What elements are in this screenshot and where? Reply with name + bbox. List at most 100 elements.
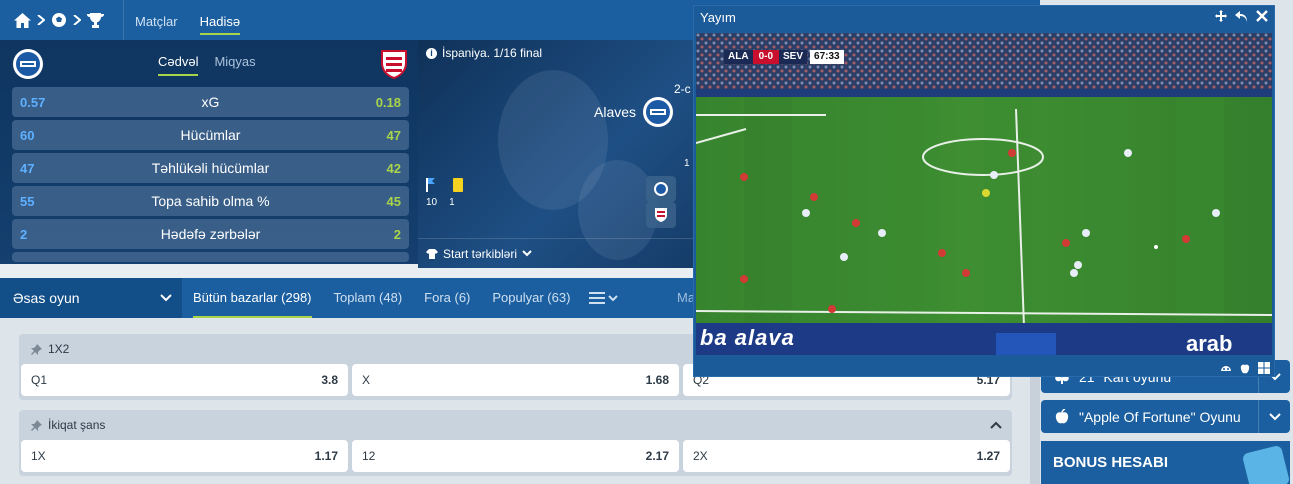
chevron-right-icon [37, 15, 45, 25]
odd-name: Q1 [31, 373, 48, 387]
football-pitch-image [696, 33, 1272, 355]
stat-row: 0.57 xG 0.18 [12, 87, 409, 117]
breadcrumb [0, 0, 124, 40]
tab-event[interactable]: Hadisə [189, 0, 251, 40]
stat-row: 60 Hücümlar 47 [12, 120, 409, 150]
market-group-header[interactable]: İkiqat şans [19, 410, 1012, 440]
android-icon[interactable] [1220, 362, 1232, 372]
odds-row: 1X 1.17 12 2.17 2X 1.27 [19, 440, 1012, 472]
stat-row: 55 Topa sahib olma % 45 [12, 186, 409, 216]
apple-icon[interactable] [1240, 362, 1250, 374]
home-team-name: Alaves [594, 104, 637, 120]
shirt-icon [426, 248, 438, 259]
stat-label: xG [201, 94, 220, 110]
away-mini-logo [646, 202, 676, 228]
stat-label: Hədəfə zərbələr [160, 226, 261, 242]
apple-of-fortune-button[interactable]: "Apple Of Fortune" Oyunu [1041, 400, 1290, 433]
odd-value: 1.27 [976, 449, 1000, 463]
header-tabs: Matçlar Hadisə [124, 0, 251, 40]
list-filter-button[interactable] [581, 292, 626, 304]
apple-icon [1055, 409, 1069, 424]
gift-icon [1241, 444, 1290, 484]
scoreboard: i İspaniya. 1/16 final 2-c Alaves 10 1 1… [418, 40, 694, 268]
close-icon[interactable] [1256, 10, 1268, 22]
odd-value: 1.17 [314, 449, 338, 463]
bonus-account-card[interactable]: BONUS HESABI [1041, 441, 1290, 484]
tab-scale[interactable]: Miqyas [214, 54, 255, 76]
home-icon[interactable] [14, 12, 31, 28]
odd-value: 2.17 [645, 449, 669, 463]
away-stat-value: 42 [386, 160, 401, 176]
home-stat-value: 55 [20, 193, 35, 209]
row-marker: 1 [684, 158, 690, 169]
stat-row-partial [12, 252, 409, 262]
match-period: 2-c [674, 82, 691, 96]
tab-matches[interactable]: Matçlar [124, 0, 189, 40]
trophy-icon[interactable] [87, 12, 104, 28]
football-icon[interactable] [51, 12, 67, 28]
odd-value: 3.8 [321, 373, 338, 387]
market-group-title: İkiqat şans [48, 418, 106, 432]
tab-totals[interactable]: Toplam (48) [323, 278, 414, 318]
pin-icon[interactable] [31, 419, 42, 431]
away-stat-value: 47 [386, 127, 401, 143]
ad-banner-text-right: arab [1186, 331, 1233, 355]
score-bug: ALA 0-0 SEV 67:33 [724, 50, 844, 64]
tab-all-markets[interactable]: Bütün bazarlar (298) [182, 278, 323, 318]
home-abbr: ALA [724, 50, 753, 64]
odd-cell[interactable]: 12 2.17 [352, 440, 679, 472]
odd-name: 1X [31, 449, 46, 463]
ad-banner-text: ba alava [700, 325, 795, 350]
corner-flag-icon [426, 178, 435, 192]
tab-popular[interactable]: Populyar (63) [481, 278, 581, 318]
lineups-toggle[interactable]: Start tərkibləri [418, 238, 694, 268]
move-icon[interactable] [1215, 10, 1227, 22]
video-frame[interactable]: ALA 0-0 SEV 67:33 ba alava arab [696, 33, 1272, 355]
tab-handicap[interactable]: Fora (6) [413, 278, 481, 318]
home-stat-value: 47 [20, 160, 35, 176]
tab-table[interactable]: Cədvəl [158, 54, 199, 76]
player-title: Yayım [700, 10, 736, 25]
match-events: 10 1 [426, 178, 463, 208]
alaves-logo [13, 49, 43, 79]
chevron-down-icon[interactable] [1258, 400, 1290, 433]
pin-icon[interactable] [31, 343, 42, 355]
chevron-right-icon [73, 15, 81, 25]
windows-icon[interactable] [1258, 362, 1270, 374]
sevilla-logo [381, 50, 407, 80]
home-mini-logo [646, 176, 676, 202]
away-stat-value: 0.18 [375, 94, 401, 110]
stat-row: 2 Hədəfə zərbələr 2 [12, 219, 409, 249]
chevron-up-icon[interactable] [990, 421, 1002, 429]
return-icon[interactable] [1235, 10, 1248, 22]
stream-player[interactable]: Yayım ALA 0-0 SEV 67:33 ba alava arab [693, 5, 1275, 377]
stat-label: Topa sahib olma % [151, 193, 270, 209]
market-group-double-chance: İkiqat şans 1X 1.17 12 2.17 2X 1.27 [19, 410, 1012, 476]
main-game-select[interactable]: Əsas oyun [0, 278, 182, 318]
list-icon [589, 292, 606, 304]
platform-icons [1220, 362, 1270, 374]
odd-cell[interactable]: X 1.68 [352, 364, 679, 396]
match-clock: 67:33 [810, 50, 844, 64]
alaves-logo [643, 97, 673, 127]
odd-name: 2X [693, 449, 708, 463]
odd-cell[interactable]: 1X 1.17 [21, 440, 348, 472]
chevron-down-icon [522, 250, 532, 257]
odd-cell[interactable]: Q1 3.8 [21, 364, 348, 396]
info-icon: i [426, 47, 437, 59]
score-value: 0-0 [752, 50, 780, 64]
stat-label: Təhlükəli hücümlar [151, 160, 270, 176]
odd-value: 1.68 [645, 373, 669, 387]
apple-of-fortune-label: "Apple Of Fortune" Oyunu [1079, 408, 1241, 425]
odd-name: X [362, 373, 371, 387]
corners-count: 10 [426, 197, 438, 208]
lineups-label: Start tərkibləri [443, 246, 518, 261]
home-stat-value: 0.57 [20, 94, 46, 110]
market-tabs: Bütün bazarlar (298) Toplam (48) Fora (6… [182, 278, 626, 318]
home-stat-value: 60 [20, 127, 35, 143]
league-info: i İspaniya. 1/16 final [426, 46, 542, 60]
odd-cell[interactable]: 2X 1.27 [683, 440, 1010, 472]
yellow-card-icon [452, 178, 463, 192]
league-name: İspaniya. 1/16 final [442, 46, 543, 60]
chevron-down-icon [160, 294, 172, 302]
